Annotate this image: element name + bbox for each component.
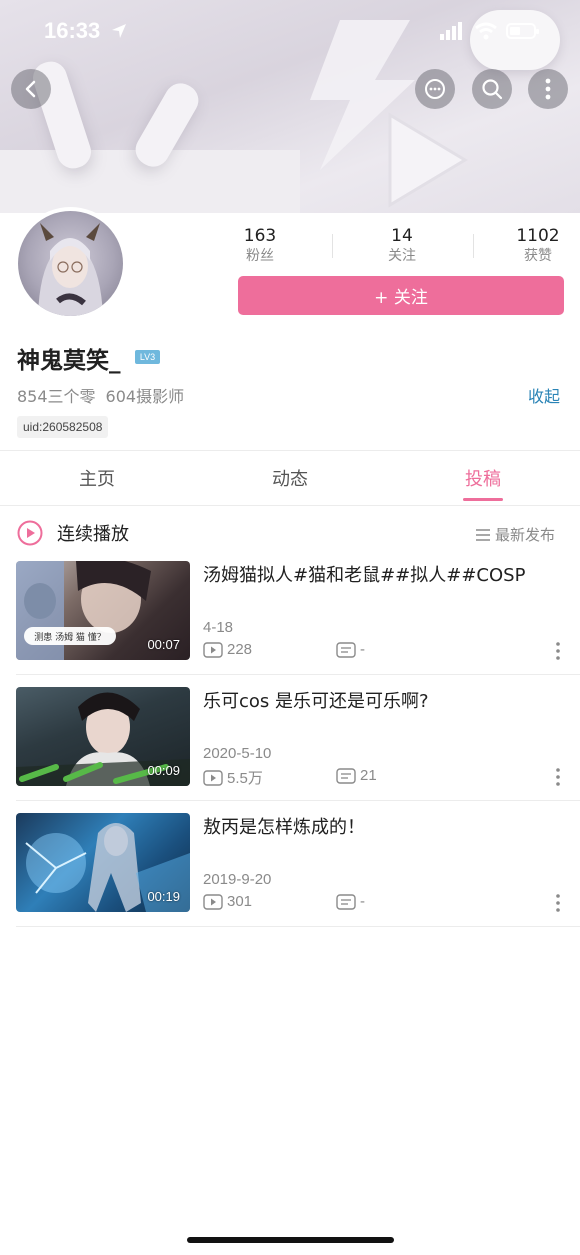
collapse-link[interactable]: 收起 <box>528 383 560 407</box>
video-play-count: 228 <box>203 641 252 658</box>
video-item[interactable]: 00:09 乐可cos 是乐可还是可乐啊? 2020-5-10 5.5万 21 <box>0 687 580 813</box>
battery-icon <box>506 23 539 39</box>
username: 神鬼莫笑_ <box>17 348 121 374</box>
divider <box>16 926 580 927</box>
video-thumbnail: 00:19 <box>16 813 190 912</box>
dots-vertical-icon <box>556 768 560 786</box>
play-count-icon <box>203 893 223 910</box>
user-title: 604摄影师 <box>105 387 185 406</box>
video-title: 敖丙是怎样炼成的！ <box>203 817 365 838</box>
stat-label: 粉丝 <box>246 248 274 264</box>
video-more-button[interactable] <box>548 641 568 661</box>
video-duration: 00:07 <box>147 637 180 652</box>
wifi-icon <box>475 22 497 40</box>
video-comment-count: - <box>336 893 365 910</box>
user-titles: 854三个零 604摄影师 <box>17 383 184 407</box>
video-thumbnail: 测患 汤姆 猫 懂？ 00:07 <box>16 561 190 660</box>
divider <box>0 505 580 506</box>
search-icon <box>482 79 503 100</box>
video-item[interactable]: 00:19 敖丙是怎样炼成的！ 2019-9-20 301 - <box>0 813 580 939</box>
search-button[interactable] <box>472 69 512 109</box>
comment-count-value: 21 <box>360 767 377 784</box>
tab-dynamics[interactable]: 动态 <box>250 465 330 491</box>
stat-value: 163 <box>243 226 277 246</box>
sort-button[interactable]: 最新发布 <box>475 524 555 545</box>
stat-divider <box>473 234 474 258</box>
video-duration: 00:09 <box>147 763 180 778</box>
video-more-button[interactable] <box>548 767 568 787</box>
play-count-value: 228 <box>227 641 253 658</box>
stat-value: 14 <box>391 226 413 246</box>
tab-active-indicator <box>463 498 503 501</box>
sort-icon <box>476 528 490 541</box>
comment-icon <box>336 767 356 784</box>
dots-vertical-icon <box>556 642 560 660</box>
play-count-value: 5.5万 <box>227 770 263 787</box>
follow-button[interactable]: + 关注 <box>238 276 564 315</box>
stat-likes[interactable]: 1102 获赞 <box>493 226 580 266</box>
video-title: 汤姆猫拟人#猫和老鼠##拟人##COSP <box>203 565 526 586</box>
play-circle-icon <box>17 520 43 546</box>
stat-label: 关注 <box>388 248 416 264</box>
more-icon <box>545 78 551 100</box>
profile-tabs: 主页 动态 投稿 <box>0 451 580 505</box>
location-arrow-icon <box>112 24 126 38</box>
comment-count-value: - <box>360 641 365 658</box>
uid-tag: uid:260582508 <box>17 416 109 438</box>
back-icon <box>25 80 36 98</box>
status-time: 16:33 <box>44 18 101 43</box>
back-button[interactable] <box>11 69 51 109</box>
video-date: 2020-5-10 <box>203 745 272 762</box>
tab-submissions[interactable]: 投稿 <box>443 465 523 491</box>
comment-icon <box>336 893 356 910</box>
comment-count-value: - <box>360 893 365 910</box>
play-count-icon <box>203 641 223 658</box>
banner-triangle-shape <box>388 112 468 208</box>
video-play-count: 5.5万 <box>203 767 263 788</box>
tab-home[interactable]: 主页 <box>57 465 137 491</box>
sort-label: 最新发布 <box>495 526 556 544</box>
video-comment-count: - <box>336 641 365 658</box>
stat-divider <box>332 234 333 258</box>
more-button[interactable] <box>528 69 568 109</box>
status-bar: 16:33 <box>0 0 580 64</box>
stat-value: 1102 <box>516 226 560 246</box>
dots-vertical-icon <box>556 894 560 912</box>
autoplay-toggle[interactable]: 连续播放 <box>17 520 129 546</box>
video-title: 乐可cos 是乐可还是可乐啊? <box>203 691 429 712</box>
autoplay-label: 连续播放 <box>57 524 129 545</box>
video-comment-count: 21 <box>336 767 377 784</box>
divider <box>16 674 580 675</box>
stat-fans[interactable]: 163 粉丝 <box>215 226 305 266</box>
play-count-value: 301 <box>227 893 253 910</box>
video-date: 4-18 <box>203 619 234 636</box>
avatar-illustration <box>38 223 103 316</box>
video-item[interactable]: 测患 汤姆 猫 懂？ 00:07 汤姆猫拟人#猫和老鼠##拟人##COSP 4-… <box>0 561 580 687</box>
thumbnail-caption: 测患 汤姆 猫 懂？ <box>34 631 106 643</box>
message-icon <box>425 79 445 99</box>
play-count-icon <box>203 769 223 786</box>
video-date: 2019-9-20 <box>203 871 272 888</box>
status-icons <box>440 22 540 40</box>
stat-following[interactable]: 14 关注 <box>357 226 447 266</box>
video-thumbnail: 00:09 <box>16 687 190 786</box>
avatar-image <box>18 211 123 316</box>
comment-icon <box>336 641 356 658</box>
divider <box>16 800 580 801</box>
avatar[interactable] <box>14 207 127 320</box>
user-title: 854三个零 <box>17 387 96 406</box>
stat-label: 获赞 <box>524 248 552 264</box>
video-more-button[interactable] <box>548 893 568 913</box>
signal-icon <box>440 22 462 40</box>
profile-stats: 163 粉丝 14 关注 1102 获赞 <box>190 226 580 266</box>
video-play-count: 301 <box>203 893 252 910</box>
video-duration: 00:19 <box>147 889 180 904</box>
home-indicator[interactable] <box>187 1237 394 1243</box>
level-badge: LV3 <box>135 350 160 364</box>
message-button[interactable] <box>415 69 455 109</box>
